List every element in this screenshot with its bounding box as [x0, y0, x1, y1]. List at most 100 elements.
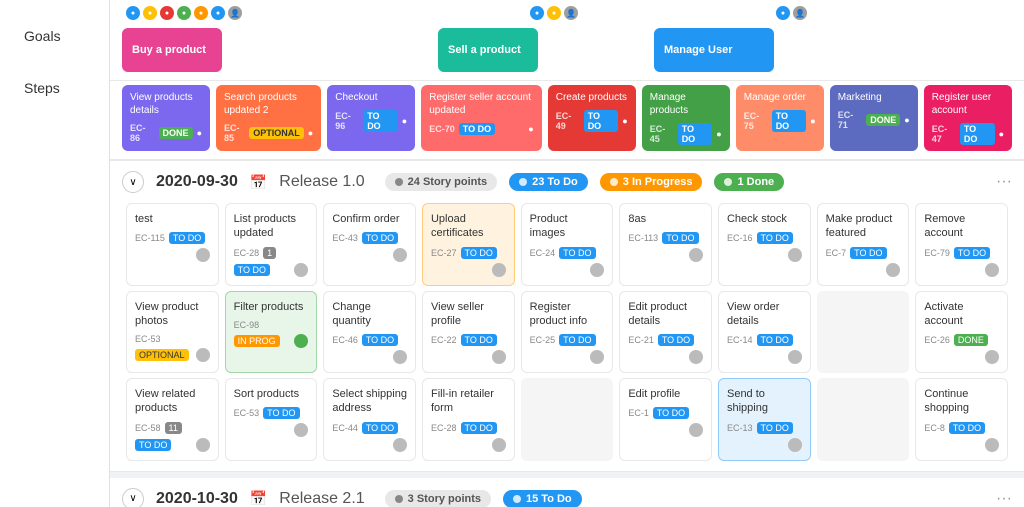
- card-tag: TO DO: [461, 247, 497, 259]
- card-id: EC-22: [431, 335, 457, 345]
- card-id: EC-1: [628, 408, 649, 418]
- step-view-products[interactable]: View products details EC-86 DONE ●: [122, 85, 210, 151]
- step-marketing[interactable]: Marketing EC-71 DONE ●: [830, 85, 918, 151]
- step-manage-order[interactable]: Manage order EC-75 TO DO ●: [736, 85, 824, 151]
- release1-collapse-btn[interactable]: ∨: [122, 171, 144, 193]
- card-id: EC-53: [135, 334, 161, 344]
- card-related-products[interactable]: View related products EC-58 11 TO DO: [126, 378, 219, 461]
- badge-inprogress: 3 In Progress: [600, 173, 703, 191]
- card-seller-profile[interactable]: View seller profile EC-22 TO DO: [422, 291, 515, 374]
- step-register-user[interactable]: Register user account EC-47 TO DO ●: [924, 85, 1012, 151]
- card-order-details[interactable]: View order details EC-14 TO DO: [718, 291, 811, 374]
- card-title: Check stock: [727, 212, 802, 226]
- card-continue-shopping[interactable]: Continue shopping EC-8 TO DO: [915, 378, 1008, 461]
- step-title: Register seller account updated: [429, 91, 534, 117]
- step-footer: EC-96 TO DO ●: [335, 110, 407, 132]
- user-avatar-icon: 👤: [228, 6, 242, 20]
- step-checkout[interactable]: Checkout EC-96 TO DO ●: [327, 85, 415, 151]
- sidebar-item-goals[interactable]: Goals: [8, 14, 101, 58]
- epics-icons-row: ● ● ● ● ● ● 👤 ● ● 👤: [110, 0, 1024, 20]
- card-footer: EC-79 TO DO: [924, 247, 999, 277]
- step-title: Checkout: [335, 91, 407, 104]
- epics-row: Buy a product Sell a product Manage User: [110, 20, 1024, 81]
- step-icon: ●: [402, 116, 407, 126]
- card-id: EC-44: [332, 423, 358, 433]
- spacer2: [586, 6, 776, 20]
- card-make-featured[interactable]: Make product featured EC-7 TO DO: [817, 203, 910, 286]
- card-tag: TO DO: [169, 232, 205, 244]
- card-sort-products[interactable]: Sort products EC-53 TO DO: [225, 378, 318, 461]
- card-avatar: [788, 438, 802, 452]
- card-retailer-form[interactable]: Fill-in retailer form EC-28 TO DO: [422, 378, 515, 461]
- card-title: Confirm order: [332, 212, 407, 226]
- icon-circle: ●: [160, 6, 174, 20]
- card-edit-profile[interactable]: Edit profile EC-1 TO DO: [619, 378, 712, 461]
- icon-circle: ●: [547, 6, 561, 20]
- card-test[interactable]: test EC-115 TO DO: [126, 203, 219, 286]
- card-product-info[interactable]: Register product info EC-25 TO DO: [521, 291, 614, 374]
- card-footer: EC-7 TO DO: [826, 247, 901, 277]
- card-confirm-order[interactable]: Confirm order EC-43 TO DO: [323, 203, 416, 286]
- step-id: EC-85: [224, 123, 245, 143]
- card-upload-cert[interactable]: Upload certificates EC-27 TO DO: [422, 203, 515, 286]
- card-avatar: [294, 334, 308, 348]
- badge-done: 1 Done: [714, 173, 784, 191]
- card-footer: EC-28 TO DO: [431, 422, 506, 452]
- card-footer: EC-58 11 TO DO: [135, 422, 210, 452]
- release1-cards-row1: test EC-115 TO DO List products updated …: [122, 203, 1012, 286]
- card-id: EC-53: [234, 408, 260, 418]
- card-avatar: [590, 263, 604, 277]
- step-id: EC-75: [744, 111, 768, 131]
- step-register-seller[interactable]: Register seller account updated EC-70 TO…: [421, 85, 542, 151]
- card-activate-account[interactable]: Activate account EC-26 DONE: [915, 291, 1008, 374]
- step-create-products[interactable]: Create products EC-49 TO DO ●: [548, 85, 636, 151]
- card-avatar: [689, 423, 703, 437]
- card-change-qty[interactable]: Change quantity EC-46 TO DO: [323, 291, 416, 374]
- card-tag: TO DO: [850, 247, 886, 259]
- card-list-products[interactable]: List products updated EC-28 1 TO DO: [225, 203, 318, 286]
- card-id: EC-46: [332, 335, 358, 345]
- card-product-images[interactable]: Product images EC-24 TO DO: [521, 203, 614, 286]
- card-8as[interactable]: 8as EC-113 TO DO: [619, 203, 712, 286]
- step-manage-products[interactable]: Manage products EC-45 TO DO ●: [642, 85, 730, 151]
- card-shipping-address[interactable]: Select shipping address EC-44 TO DO: [323, 378, 416, 461]
- card-num: 1: [263, 247, 276, 259]
- card-tag: TO DO: [234, 264, 270, 276]
- card-avatar: [393, 350, 407, 364]
- card-check-stock[interactable]: Check stock EC-16 TO DO: [718, 203, 811, 286]
- step-id: EC-86: [130, 123, 155, 143]
- card-title: View related products: [135, 387, 210, 416]
- card-send-shipping[interactable]: Send to shipping EC-13 TO DO: [718, 378, 811, 461]
- card-remove-account[interactable]: Remove account EC-79 TO DO: [915, 203, 1008, 286]
- card-filter-products[interactable]: Filter products EC-98 IN PROG: [225, 291, 318, 374]
- sidebar-item-steps[interactable]: Steps: [8, 66, 101, 110]
- card-title: List products updated: [234, 212, 309, 241]
- step-title: Register user account: [932, 91, 1004, 117]
- badge2-todo: 15 To Do: [503, 490, 582, 507]
- card-title: Filter products: [234, 300, 309, 314]
- release2-more-btn[interactable]: ···: [996, 490, 1012, 507]
- card-avatar: [788, 248, 802, 262]
- steps-row: View products details EC-86 DONE ● Searc…: [110, 81, 1024, 161]
- step-footer: EC-75 TO DO ●: [744, 110, 816, 132]
- step-title: Manage order: [744, 91, 816, 104]
- card-view-photos[interactable]: View product photos EC-53 OPTIONAL: [126, 291, 219, 374]
- release1-more-btn[interactable]: ···: [996, 173, 1012, 191]
- card-id: EC-13: [727, 423, 753, 433]
- epic-manage-user[interactable]: Manage User: [654, 28, 774, 72]
- step-icon: ●: [197, 128, 202, 138]
- card-id: EC-115: [135, 233, 165, 243]
- release1-cards-row2: View product photos EC-53 OPTIONAL Filte…: [122, 291, 1012, 374]
- card-tag: TO DO: [949, 422, 985, 434]
- calendar-icon[interactable]: 📅: [250, 174, 267, 191]
- card-edit-product[interactable]: Edit product details EC-21 TO DO: [619, 291, 712, 374]
- card-footer: EC-28 1 TO DO: [234, 247, 309, 277]
- epic-buy-product[interactable]: Buy a product: [122, 28, 222, 72]
- step-tag: OPTIONAL: [249, 127, 304, 139]
- release2-collapse-btn[interactable]: ∨: [122, 488, 144, 507]
- release2-date: 2020-10-30: [156, 490, 238, 507]
- step-search-products[interactable]: Search products updated 2 EC-85 OPTIONAL…: [216, 85, 321, 151]
- epic-sell-product[interactable]: Sell a product: [438, 28, 538, 72]
- calendar-icon2[interactable]: 📅: [250, 490, 267, 507]
- release1-cards-row3: View related products EC-58 11 TO DO Sor…: [122, 378, 1012, 461]
